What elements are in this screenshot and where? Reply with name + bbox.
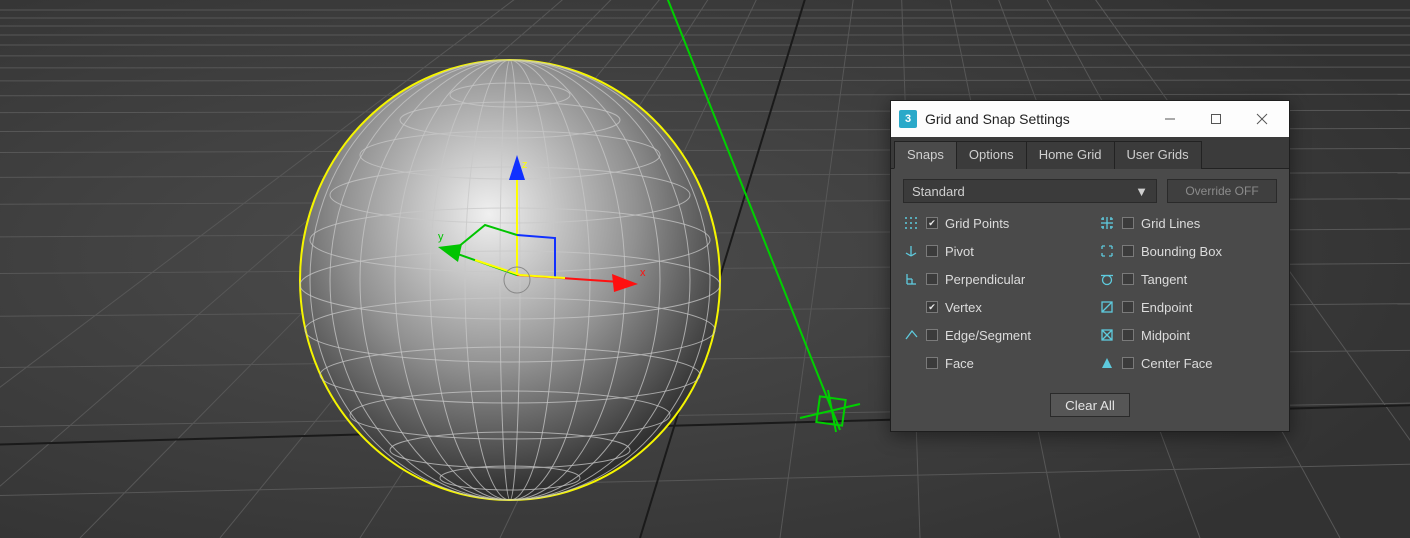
checkbox[interactable] [926, 301, 938, 313]
checkbox[interactable] [926, 357, 938, 369]
pivot-icon [903, 243, 919, 259]
tangent-icon [1099, 271, 1115, 287]
close-button[interactable] [1239, 101, 1285, 137]
snap-option-bounding-box[interactable]: Bounding Box [1099, 241, 1277, 261]
snap-option-endpoint[interactable]: Endpoint [1099, 297, 1277, 317]
snap-option-center-face[interactable]: Center Face [1099, 353, 1277, 373]
grid-points-icon [903, 215, 919, 231]
snaps-panel: Standard ▼ Override OFF Grid Points Grid … [891, 169, 1289, 431]
dropdown-value: Standard [912, 184, 965, 199]
snap-type-dropdown[interactable]: Standard ▼ [903, 179, 1157, 203]
grid-lines-icon [1099, 215, 1115, 231]
chevron-down-icon: ▼ [1135, 184, 1148, 199]
perpendicular-icon [903, 271, 919, 287]
checkbox[interactable] [1122, 245, 1134, 257]
clear-all-button[interactable]: Clear All [1050, 393, 1130, 417]
checkbox[interactable] [1122, 357, 1134, 369]
snap-label: Tangent [1141, 272, 1187, 287]
center-face-icon [1099, 355, 1115, 371]
tab-options[interactable]: Options [956, 141, 1027, 169]
snap-option-edge-segment[interactable]: Edge/Segment [903, 325, 1081, 345]
override-button[interactable]: Override OFF [1167, 179, 1277, 203]
snap-label: Grid Points [945, 216, 1009, 231]
app-icon: 3 [899, 110, 917, 128]
snap-label: Edge/Segment [945, 328, 1031, 343]
close-icon [1256, 113, 1268, 125]
snap-option-vertex[interactable]: Vertex [903, 297, 1081, 317]
bounding-box-icon [1099, 243, 1115, 259]
axis-z-label: z [522, 159, 528, 171]
snap-option-face[interactable]: Face [903, 353, 1081, 373]
face-icon [903, 355, 919, 371]
snap-option-pivot[interactable]: Pivot [903, 241, 1081, 261]
tab-home-grid[interactable]: Home Grid [1026, 141, 1115, 169]
snap-label: Midpoint [1141, 328, 1190, 343]
axis-y-label: y [438, 231, 444, 243]
tab-user-grids[interactable]: User Grids [1114, 141, 1202, 169]
checkbox[interactable] [926, 217, 938, 229]
grid-snap-settings-dialog: 3 Grid and Snap Settings Snaps Options H… [890, 100, 1290, 432]
maximize-icon [1210, 113, 1222, 125]
checkbox[interactable] [926, 245, 938, 257]
checkbox[interactable] [926, 273, 938, 285]
snap-option-tangent[interactable]: Tangent [1099, 269, 1277, 289]
checkbox[interactable] [1122, 217, 1134, 229]
snap-option-grid-points[interactable]: Grid Points [903, 213, 1081, 233]
snap-option-midpoint[interactable]: Midpoint [1099, 325, 1277, 345]
snap-option-grid-lines[interactable]: Grid Lines [1099, 213, 1277, 233]
checkbox[interactable] [1122, 301, 1134, 313]
snap-label: Face [945, 356, 974, 371]
snap-label: Pivot [945, 244, 974, 259]
dialog-title: Grid and Snap Settings [925, 111, 1147, 127]
snap-label: Grid Lines [1141, 216, 1200, 231]
edge-segment-icon [903, 327, 919, 343]
endpoint-icon [1099, 299, 1115, 315]
dialog-titlebar[interactable]: 3 Grid and Snap Settings [891, 101, 1289, 137]
snap-label: Center Face [1141, 356, 1213, 371]
snap-label: Endpoint [1141, 300, 1192, 315]
sphere-object[interactable] [300, 60, 720, 500]
maximize-button[interactable] [1193, 101, 1239, 137]
snap-label: Bounding Box [1141, 244, 1222, 259]
vertex-icon [903, 299, 919, 315]
checkbox[interactable] [1122, 329, 1134, 341]
tab-bar: Snaps Options Home Grid User Grids [891, 137, 1289, 169]
checkbox[interactable] [1122, 273, 1134, 285]
axis-x-label: x [640, 267, 646, 279]
snap-option-perpendicular[interactable]: Perpendicular [903, 269, 1081, 289]
checkbox[interactable] [926, 329, 938, 341]
tab-snaps[interactable]: Snaps [894, 141, 957, 169]
snap-label: Perpendicular [945, 272, 1025, 287]
midpoint-icon [1099, 327, 1115, 343]
snap-label: Vertex [945, 300, 982, 315]
minimize-icon [1164, 113, 1176, 125]
minimize-button[interactable] [1147, 101, 1193, 137]
